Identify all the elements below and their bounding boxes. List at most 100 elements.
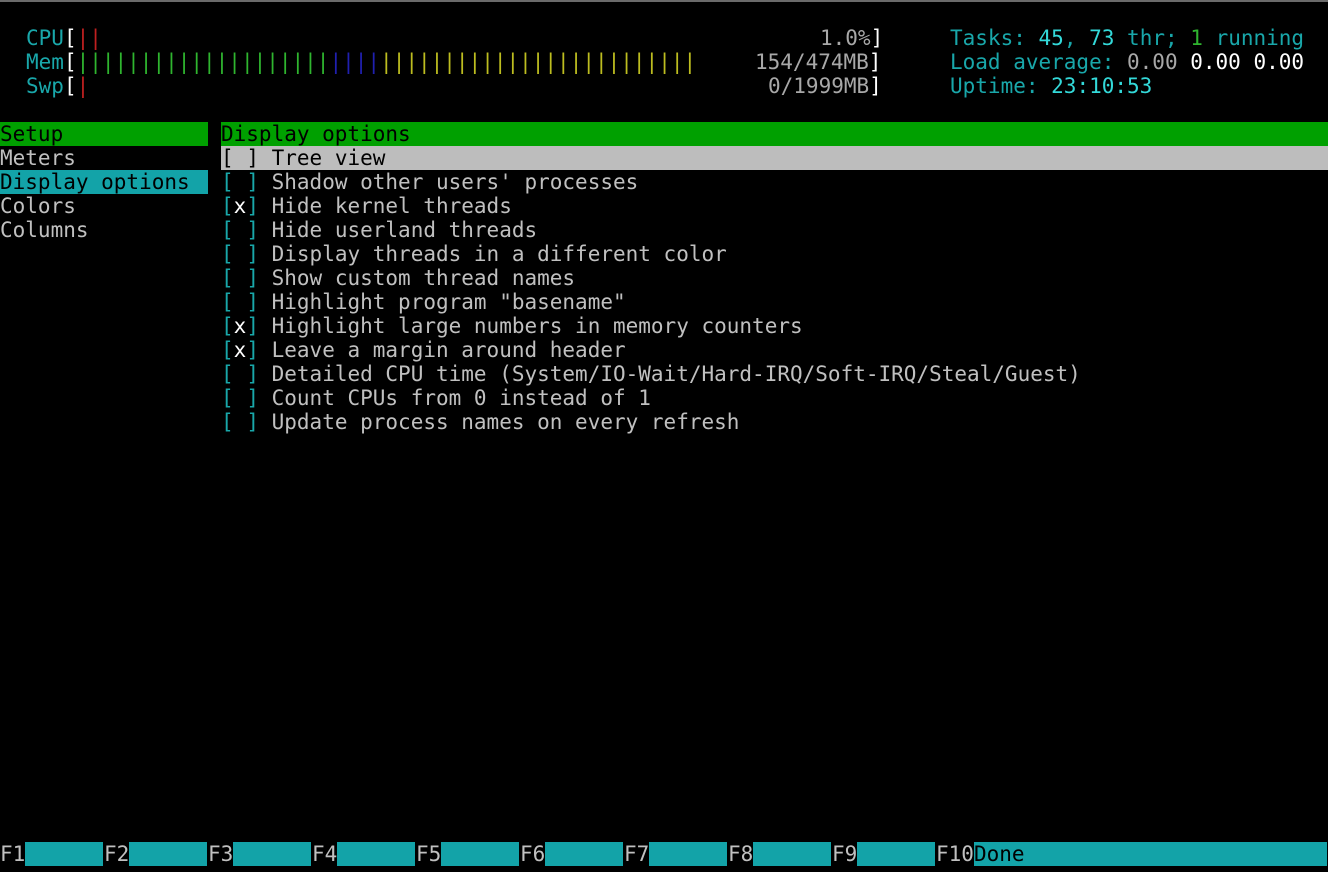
swp-value-group: 0/1999MB] (768, 74, 882, 98)
mem-bracket-close: ] (868, 50, 882, 74)
checkbox-mark[interactable] (234, 146, 247, 170)
checkbox-close: ] (246, 242, 259, 266)
swp-bracket-open: [ (63, 74, 77, 98)
checkbox-mark[interactable]: x (234, 314, 247, 338)
display-option[interactable]: [x] Highlight large numbers in memory co… (221, 314, 1328, 338)
category-meters[interactable]: Meters (0, 146, 208, 170)
function-key-f6[interactable]: F6 (520, 842, 624, 866)
mem-bracket-open: [ (63, 50, 77, 74)
checkbox-close: ] (246, 338, 259, 362)
display-option[interactable]: [x] Hide kernel threads (221, 194, 1328, 218)
option-label: Show custom thread names (271, 266, 576, 290)
function-key-f10[interactable]: F10Done (936, 842, 1327, 866)
display-option[interactable]: [ ] Hide userland threads (221, 218, 1328, 242)
checkbox-close: ] (246, 362, 259, 386)
function-key-number: F10 (936, 842, 974, 866)
function-key-number: F4 (312, 842, 338, 866)
display-option[interactable]: [ ] Tree view (221, 146, 1328, 170)
tasks-meter: Tasks: 45, 73 thr; 1 running (950, 26, 1304, 50)
category-display-options[interactable]: Display options (0, 170, 208, 194)
window-top-border (0, 0, 1328, 2)
function-key-label: Done (973, 842, 1327, 866)
swp-bars: | (76, 74, 90, 98)
category-colors[interactable]: Colors (0, 194, 208, 218)
function-key-number: F5 (416, 842, 442, 866)
uptime-meter: Uptime: 23:10:53 (950, 74, 1152, 98)
checkbox-mark[interactable] (234, 242, 247, 266)
option-label: Count CPUs from 0 instead of 1 (271, 386, 651, 410)
checkbox-mark[interactable] (234, 386, 247, 410)
display-option[interactable]: [ ] Update process names on every refres… (221, 410, 1328, 434)
checkbox-open: [ (221, 170, 234, 194)
mem-bars-used: |||||||||||||||||||| (76, 50, 330, 74)
function-key-label (129, 842, 208, 866)
checkbox-open: [ (221, 266, 234, 290)
checkbox-close: ] (246, 386, 259, 410)
checkbox-close: ] (246, 146, 259, 170)
option-label: Highlight large numbers in memory counte… (271, 314, 803, 338)
checkbox-mark[interactable] (234, 170, 247, 194)
display-option[interactable]: [ ] Display threads in a different color (221, 242, 1328, 266)
function-key-label (233, 842, 312, 866)
function-key-label (545, 842, 624, 866)
function-key-number: F6 (520, 842, 546, 866)
function-key-number: F9 (832, 842, 858, 866)
uptime-label: Uptime: (950, 74, 1052, 98)
cpu-value: 1.0% (820, 26, 871, 50)
function-key-f9[interactable]: F9 (832, 842, 936, 866)
mem-value: 154/474MB (755, 50, 869, 74)
function-key-f3[interactable]: F3 (208, 842, 312, 866)
checkbox-mark[interactable] (234, 290, 247, 314)
option-label: Update process names on every refresh (271, 410, 740, 434)
category-columns[interactable]: Columns (0, 218, 208, 242)
display-option[interactable]: [ ] Highlight program "basename" (221, 290, 1328, 314)
tasks-running: 1 (1190, 26, 1203, 50)
mem-meter: Mem[||||||||||||||||||||||||||||||||||||… (26, 50, 696, 74)
checkbox-close: ] (246, 194, 259, 218)
display-option[interactable]: [x] Leave a margin around header (221, 338, 1328, 362)
checkbox-mark[interactable]: x (234, 194, 247, 218)
load-average-meter: Load average: 0.00 0.00 0.00 (950, 50, 1304, 74)
function-key-f7[interactable]: F7 (624, 842, 728, 866)
function-key-label (25, 842, 104, 866)
function-key-label (753, 842, 832, 866)
checkbox-mark[interactable] (234, 362, 247, 386)
function-key-f8[interactable]: F8 (728, 842, 832, 866)
checkbox-close: ] (246, 290, 259, 314)
display-option[interactable]: [ ] Detailed CPU time (System/IO-Wait/Ha… (221, 362, 1328, 386)
checkbox-open: [ (221, 386, 234, 410)
function-key-f4[interactable]: F4 (312, 842, 416, 866)
checkbox-open: [ (221, 314, 234, 338)
tasks-sep: , (1063, 26, 1090, 50)
option-label: Detailed CPU time (System/IO-Wait/Hard-I… (271, 362, 1081, 386)
cpu-bars: || (76, 26, 102, 50)
display-option[interactable]: [ ] Show custom thread names (221, 266, 1328, 290)
load-1min: 0.00 (1127, 50, 1178, 74)
uptime-value: 23:10:53 (1051, 74, 1153, 98)
option-label: Display threads in a different color (271, 242, 727, 266)
cpu-meter: CPU[|| (26, 26, 102, 50)
checkbox-mark[interactable] (234, 410, 247, 434)
function-key-number: F2 (104, 842, 130, 866)
swp-value: 0/1999MB (768, 74, 870, 98)
function-key-label (857, 842, 936, 866)
swp-label: Swp (26, 74, 64, 98)
display-option[interactable]: [ ] Shadow other users' processes (221, 170, 1328, 194)
function-key-f2[interactable]: F2 (104, 842, 208, 866)
function-key-bar: F1 F2 F3 F4 F5 F6 F7 F8 F9 F10Done (0, 842, 1328, 866)
display-option[interactable]: [ ] Count CPUs from 0 instead of 1 (221, 386, 1328, 410)
checkbox-mark[interactable] (234, 266, 247, 290)
option-label: Shadow other users' processes (271, 170, 639, 194)
swp-bracket-close: ] (869, 74, 882, 98)
load-15min: 0.00 (1253, 50, 1305, 74)
function-key-label (441, 842, 520, 866)
checkbox-open: [ (221, 242, 234, 266)
checkbox-close: ] (246, 410, 259, 434)
checkbox-mark[interactable] (234, 218, 247, 242)
checkbox-mark[interactable]: x (234, 338, 247, 362)
function-key-f1[interactable]: F1 (0, 842, 104, 866)
function-key-f5[interactable]: F5 (416, 842, 520, 866)
function-key-number: F8 (728, 842, 754, 866)
option-label: Tree view (271, 146, 386, 170)
tasks-count: 45 (1038, 26, 1064, 50)
